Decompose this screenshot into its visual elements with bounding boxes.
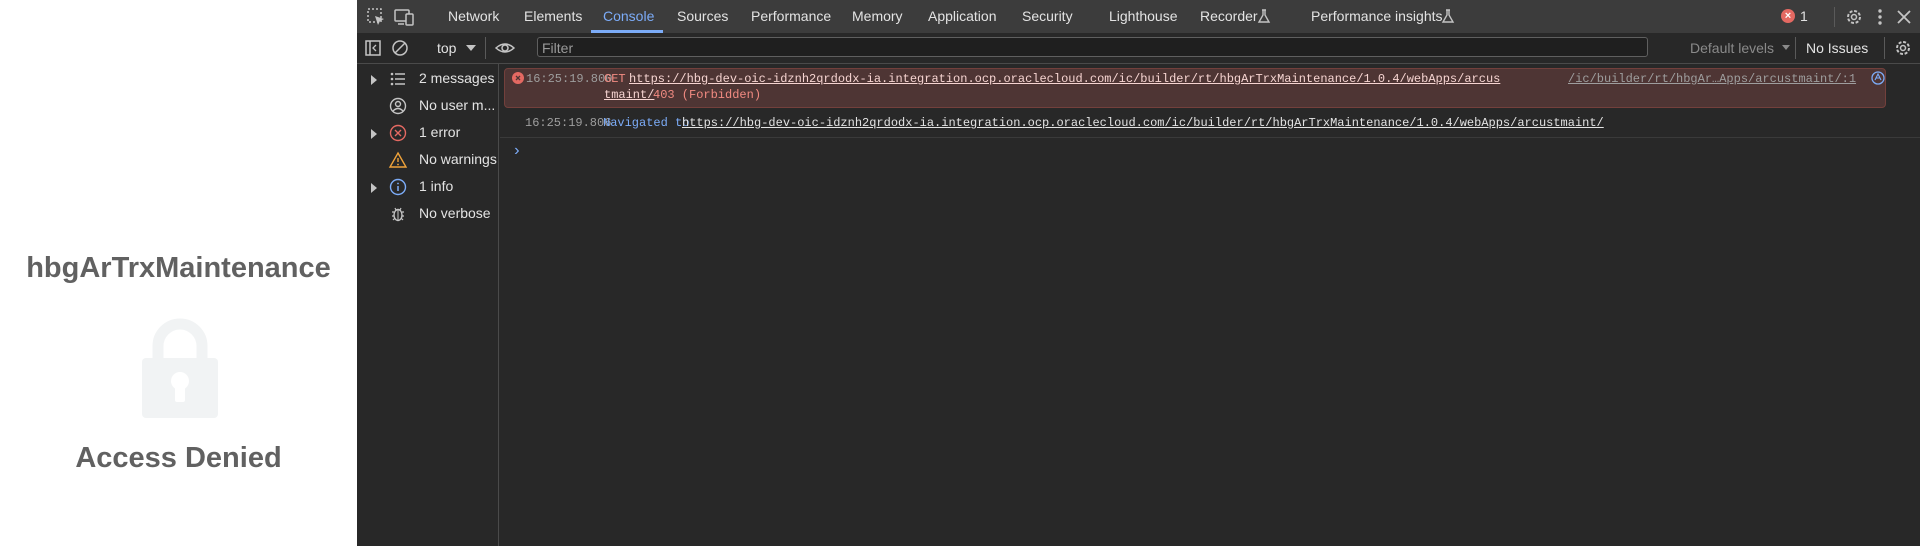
tab-recorder[interactable]: Recorder [1200,0,1258,33]
sidebar-item-label: 1 error [419,124,461,140]
tab-console[interactable]: Console [603,0,654,33]
devtools-tab-bar: Network Elements Console Sources Perform… [357,0,1920,34]
tab-application[interactable]: Application [928,0,997,33]
chevron-down-icon[interactable] [1782,45,1790,50]
expand-arrow-icon[interactable] [371,183,377,193]
toolbar-divider [485,37,486,59]
error-count[interactable]: 1 [1800,0,1808,33]
devtools-panel: Network Elements Console Sources Perform… [357,0,1920,546]
issues-counter[interactable]: No Issues [1806,33,1868,63]
list-icon [388,70,408,88]
sidebar-item-label: 2 messages [419,70,495,86]
log-levels-dropdown[interactable]: Default levels [1690,33,1774,63]
sidebar-item-warnings[interactable]: No warnings [357,146,498,173]
settings-gear-icon[interactable] [1843,6,1865,28]
sidebar-toggle-icon[interactable] [362,37,384,59]
error-icon [388,124,408,142]
console-sidebar: 2 messages No user m... 1 error No warni… [357,64,499,546]
info-icon [388,178,408,196]
sidebar-item-verbose[interactable]: No verbose [357,200,498,227]
sidebar-item-label: No user m... [419,97,496,113]
more-options-icon[interactable] [1869,6,1891,28]
request-url-link[interactable]: https://hbg-dev-oic-idznh2qrdodx-ia.inte… [629,72,1500,86]
sidebar-item-errors[interactable]: 1 error [357,119,498,146]
chevron-down-icon[interactable] [466,45,476,51]
expand-arrow-icon[interactable] [371,129,377,139]
expand-arrow-icon[interactable] [371,75,377,85]
user-icon [388,97,408,115]
error-icon [512,71,524,84]
toolbar-divider [1795,37,1796,59]
toolbar-divider [1884,37,1885,59]
console-settings-gear-icon[interactable] [1892,37,1914,59]
console-toolbar: top Filter Default levels No Issues [357,33,1920,64]
tab-elements[interactable]: Elements [524,0,582,33]
tab-performance-insights[interactable]: Performance insights [1311,0,1443,33]
console-message-error[interactable]: 16:25:19.800 GET https://hbg-dev-oic-idz… [504,68,1886,108]
message-timestamp: 16:25:19.800 [526,72,613,86]
navigated-url-link[interactable]: https://hbg-dev-oic-idznh2qrdodx-ia.inte… [682,116,1604,130]
warning-icon [388,151,408,169]
ai-explain-icon[interactable] [1871,71,1885,85]
sidebar-item-messages[interactable]: 2 messages [357,65,498,92]
app-title: hbgArTrxMaintenance [26,252,331,284]
tab-sources[interactable]: Sources [677,0,728,33]
sidebar-item-label: 1 info [419,178,454,194]
console-output: 16:25:19.800 GET https://hbg-dev-oic-idz… [500,64,1920,546]
tab-performance[interactable]: Performance [751,0,831,33]
tab-memory[interactable]: Memory [852,0,903,33]
close-icon[interactable] [1893,6,1915,28]
console-message-info[interactable]: 16:25:19.806 Navigated to https://hbg-de… [500,111,1920,138]
console-prompt-icon[interactable]: › [512,142,522,160]
sidebar-item-label: No verbose [419,205,491,221]
lock-icon [140,318,220,418]
experiment-flask-icon [1256,8,1272,24]
tab-network[interactable]: Network [448,0,499,33]
error-count-icon[interactable]: × [1781,9,1795,23]
device-toolbar-icon[interactable] [393,6,415,28]
clear-console-icon[interactable] [389,37,411,59]
request-url-link-continued[interactable]: tmaint/ [604,88,654,102]
inspect-element-icon[interactable] [365,6,387,28]
bug-icon [388,205,408,223]
toolbar-divider [1834,7,1835,27]
navigation-label: Navigated to [603,116,690,130]
request-method: GET [604,72,626,86]
sidebar-item-info[interactable]: 1 info [357,173,498,200]
tab-lighthouse[interactable]: Lighthouse [1109,0,1178,33]
sidebar-item-label: No warnings [419,151,497,167]
live-expression-eye-icon[interactable] [494,37,516,59]
experiment-flask-icon [1440,8,1456,24]
context-selector[interactable]: top [437,33,456,63]
filter-input[interactable]: Filter [537,37,1648,57]
source-location-link[interactable]: /ic/builder/rt/hbgAr…Apps/arcustmaint/:1 [1568,72,1856,86]
message-timestamp: 16:25:19.806 [525,116,612,130]
access-denied-message: Access Denied [75,442,282,474]
sidebar-item-user-messages[interactable]: No user m... [357,92,498,119]
response-status: 403 (Forbidden) [653,88,762,102]
tab-security[interactable]: Security [1022,0,1073,33]
page-viewport: hbgArTrxMaintenance Access Denied [0,0,357,546]
